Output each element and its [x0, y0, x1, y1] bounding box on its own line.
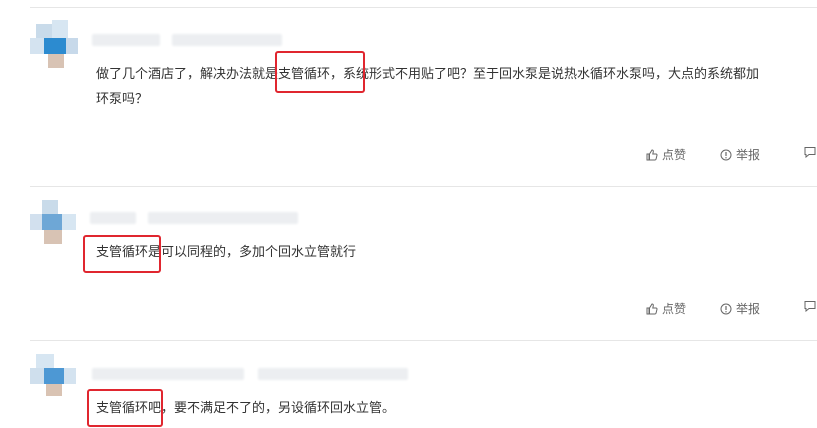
username-blurred: [92, 368, 244, 380]
highlight-box: [87, 389, 163, 427]
divider: [30, 340, 817, 341]
comment-item: 支管循环吧，要不满足不了的，另设循环回水立管。: [0, 0, 817, 428]
avatar[interactable]: [30, 354, 78, 402]
timestamp-blurred: [258, 368, 408, 380]
